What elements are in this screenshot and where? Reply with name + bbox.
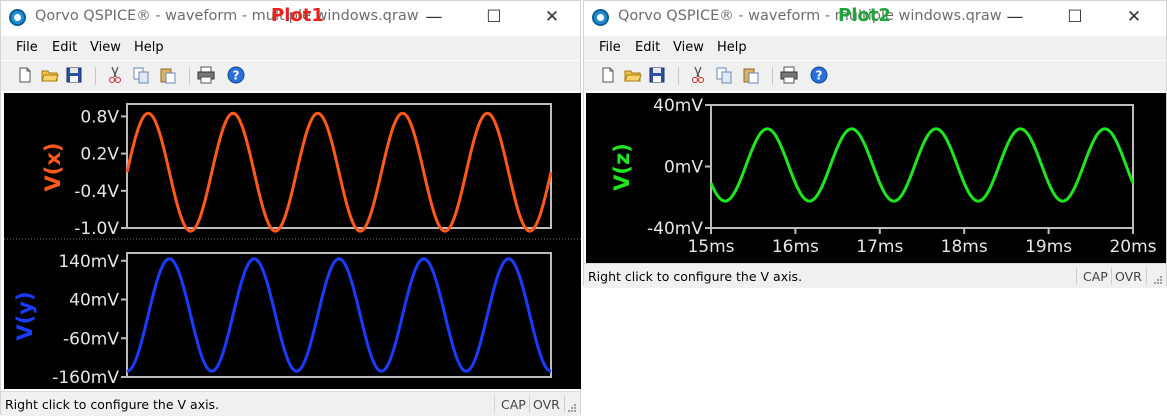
toolbar: ?	[584, 61, 1166, 91]
y-tick-label: 40mV	[69, 291, 119, 311]
y-tick-label: 0mV	[664, 158, 703, 178]
menu-file[interactable]: File	[16, 40, 38, 55]
window-title: Qorvo QSPICE® - waveform - multiple wind…	[618, 8, 1002, 24]
plot-name-label: Plot1	[271, 5, 324, 26]
y-axis-label-vz[interactable]: V(z)	[610, 143, 634, 191]
menu-bar: File Edit View Help	[1, 36, 580, 60]
window-title: Qorvo QSPICE® - waveform - multiple wind…	[35, 8, 419, 24]
copy-icon[interactable]	[132, 66, 150, 84]
menu-bar: File Edit View Help	[584, 36, 1166, 60]
waveform-plots[interactable]: V(z) 40mV 0mV -40mV15ms 16ms 17ms 18ms 19ms 20m…	[586, 93, 1166, 263]
y-axis-label-vx[interactable]: V(x)	[41, 143, 65, 192]
toolbar-separator	[189, 67, 190, 85]
toolbar-separator	[678, 67, 679, 85]
help-icon[interactable]: ?	[810, 66, 828, 84]
qspice-app-icon	[9, 9, 26, 26]
print-icon[interactable]	[780, 66, 798, 84]
y-tick-label: 0.2V	[80, 145, 119, 165]
status-divider	[1146, 267, 1147, 285]
trace-vy[interactable]	[126, 257, 552, 373]
svg-text:?: ?	[816, 69, 823, 83]
x-tick-label: 15ms	[687, 237, 734, 257]
title-bar[interactable]: Qorvo QSPICE® - waveform - multiple wind…	[1, 1, 580, 35]
close-button[interactable]: ✕	[1111, 1, 1157, 33]
menu-view[interactable]: View	[673, 40, 704, 55]
save-icon[interactable]	[65, 66, 83, 84]
new-file-icon[interactable]	[16, 66, 34, 84]
save-icon[interactable]	[648, 66, 666, 84]
menu-help[interactable]: Help	[717, 40, 747, 55]
cap-indicator: CAP	[1083, 269, 1108, 284]
status-bar: Right click to configure the V axis. CAP…	[1, 391, 580, 416]
minimize-button[interactable]: —	[411, 1, 457, 33]
paste-icon[interactable]	[742, 66, 760, 84]
menu-edit[interactable]: Edit	[635, 40, 660, 55]
print-icon[interactable]	[197, 66, 215, 84]
status-divider	[1076, 267, 1077, 285]
cut-icon[interactable]	[689, 66, 707, 84]
toolbar: ?	[1, 61, 580, 91]
status-divider	[494, 395, 495, 413]
svg-text:?: ?	[233, 69, 240, 83]
maximize-button[interactable]: ☐	[471, 1, 517, 33]
y-tick-label: -160mV	[52, 368, 119, 388]
x-tick-label: 20ms	[1109, 237, 1156, 257]
waveform-plots[interactable]: V(x) 0.8V 0.2V -0.4V -1.0V V(y) 140mV 40mV -6…	[4, 93, 581, 389]
menu-view[interactable]: View	[90, 40, 121, 55]
x-tick-label: 17ms	[856, 237, 903, 257]
status-divider	[529, 395, 530, 413]
cap-indicator: CAP	[501, 397, 526, 412]
new-file-icon[interactable]	[599, 66, 617, 84]
plot-name-label: Plot2	[838, 5, 891, 26]
title-bar[interactable]: Qorvo QSPICE® - waveform - multiple wind…	[584, 1, 1166, 35]
close-button[interactable]: ✕	[529, 1, 575, 33]
x-tick-label: 18ms	[941, 237, 988, 257]
ovr-indicator: OVR	[533, 397, 560, 412]
y-tick-label: -40mV	[647, 219, 703, 239]
x-tick-label: 19ms	[1025, 237, 1072, 257]
menu-help[interactable]: Help	[134, 40, 164, 55]
minimize-button[interactable]: —	[992, 1, 1038, 33]
y-tick-label: 40mV	[653, 96, 703, 116]
y-tick-label: -60mV	[63, 329, 119, 349]
toolbar-separator	[772, 67, 773, 85]
status-divider	[1111, 267, 1112, 285]
y-tick-label: 140mV	[58, 252, 119, 272]
status-message: Right click to configure the V axis.	[5, 397, 220, 412]
help-icon[interactable]: ?	[227, 66, 245, 84]
toolbar-separator	[95, 67, 96, 85]
plot-area[interactable]: V(z) 40mV 0mV -40mV 15ms 16ms 17ms 18ms 19ms 20m…	[586, 93, 1166, 263]
y-tick-label: -0.4V	[74, 182, 119, 202]
status-divider	[564, 395, 565, 413]
ovr-indicator: OVR	[1115, 269, 1142, 284]
status-bar: Right click to configure the V axis. CAP…	[584, 263, 1166, 288]
cut-icon[interactable]	[106, 66, 124, 84]
waveform-window-plot2: Qorvo QSPICE® - waveform - multiple wind…	[583, 0, 1167, 288]
paste-icon[interactable]	[159, 66, 177, 84]
menu-file[interactable]: File	[599, 40, 621, 55]
y-tick-label: 0.8V	[80, 107, 119, 127]
maximize-button[interactable]: ☐	[1052, 1, 1098, 33]
plot-frame	[710, 104, 1134, 229]
waveform-window-plot1: Qorvo QSPICE® - waveform - multiple wind…	[0, 0, 581, 416]
trace-vz[interactable]	[709, 127, 1135, 203]
resize-grip-icon[interactable]	[567, 403, 577, 413]
resize-grip-icon[interactable]	[1153, 275, 1163, 285]
open-folder-icon[interactable]	[41, 66, 59, 84]
y-axis-label-vy[interactable]: V(y)	[13, 291, 37, 340]
trace-vx[interactable]	[125, 111, 553, 233]
menu-edit[interactable]: Edit	[52, 40, 77, 55]
x-tick-label: 16ms	[772, 237, 819, 257]
plot-area[interactable]: V(x) 0.8V 0.2V -0.4V -1.0V V(y) 140mV 40mV -6…	[4, 93, 581, 389]
y-tick-label: -1.0V	[74, 219, 119, 239]
status-message: Right click to configure the V axis.	[588, 269, 803, 284]
qspice-app-icon	[592, 9, 609, 26]
copy-icon[interactable]	[715, 66, 733, 84]
open-folder-icon[interactable]	[624, 66, 642, 84]
